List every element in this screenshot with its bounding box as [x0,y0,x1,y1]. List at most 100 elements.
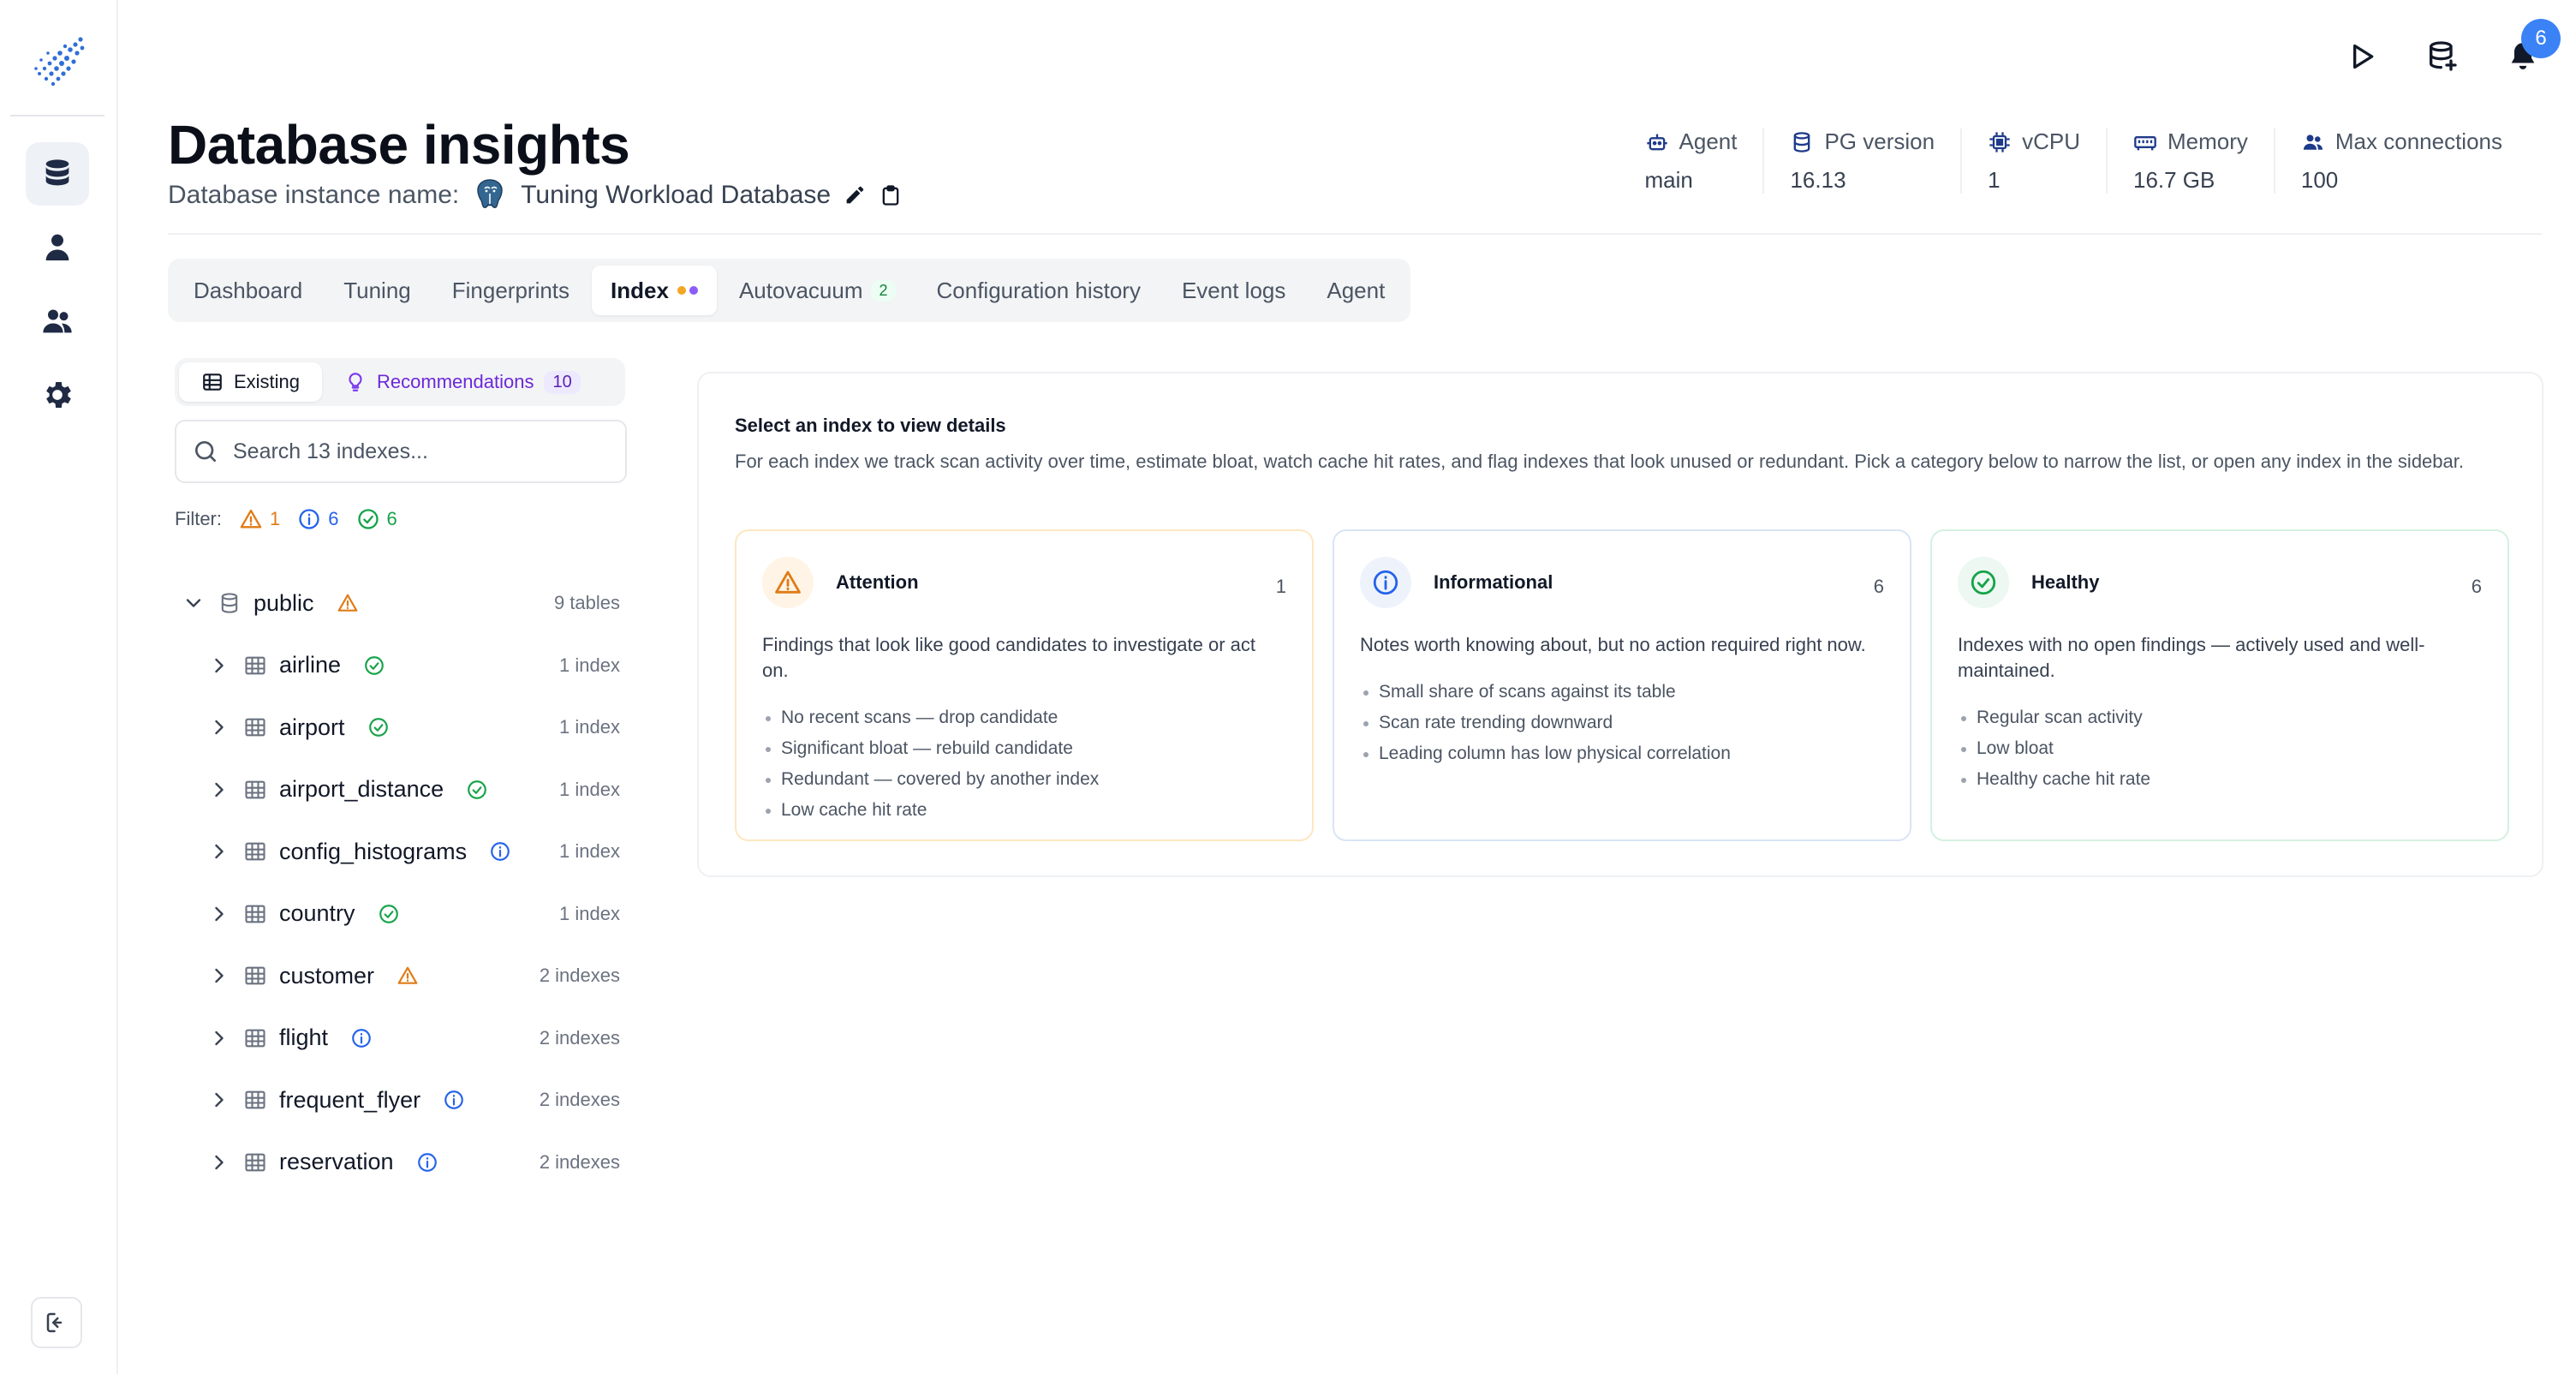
table-row[interactable]: config_histograms 1 index [175,821,627,883]
users-icon [43,309,72,333]
check-circle-icon [357,509,379,529]
tab-label: Index [611,277,669,303]
card-description: Indexes with no open findings — actively… [1958,634,2425,681]
table-icon [245,1090,265,1109]
table-index-count: 1 index [559,902,620,924]
card-title: Informational [1434,571,1553,593]
filter-count: 6 [386,508,397,529]
nav-settings-button[interactable] [26,363,89,427]
info-icon [1373,570,1398,595]
info-icon [491,842,510,862]
schema-row[interactable]: public 9 tables [175,572,627,635]
tab-event-logs[interactable]: Event logs [1163,266,1304,315]
table-name: airline [279,652,342,678]
recommendations-toggle-button[interactable]: Recommendations 10 [322,362,603,402]
table-row[interactable]: frequent_flyer 2 indexes [175,1069,627,1132]
category-card-info[interactable]: Informational 6 Notes worth knowing about,… [1333,529,1911,841]
table-index-count: 1 index [559,778,620,800]
table-icon [245,842,265,861]
instance-stats: Agent main PG version 16.13 vCPU 1 Memor… [1619,128,2528,194]
stat-value: 100 [2300,167,2339,193]
add-database-button[interactable] [2424,38,2461,75]
list-item: Significant bloat — rebuild candidate [762,733,1286,764]
schema-table-count: 9 tables [553,592,620,614]
filter-healthy-chip[interactable]: 6 [356,507,397,531]
instance-name: Tuning Workload Database [521,181,832,209]
nav-profile-button[interactable] [26,216,89,279]
table-icon [245,1153,265,1172]
check-circle-icon [365,655,384,675]
tab-autovacuum[interactable]: Autovacuum 2 [720,266,915,315]
tab-configuration-history[interactable]: Configuration history [918,266,1160,315]
table-row[interactable]: customer 2 indexes [175,945,627,1007]
category-card-ok[interactable]: Healthy 6 Indexes with no open findings — … [1930,529,2509,841]
card-criteria-list: Regular scan activity Low bloat Healthy ca… [1958,702,2482,795]
table-row[interactable]: flight 2 indexes [175,1007,627,1070]
stat-value: 1 [1988,167,2001,193]
filter-informational-chip[interactable]: 6 [297,507,339,531]
card-title: Healthy [2031,571,2100,593]
nav-databases-button[interactable] [26,142,89,206]
tab-agent[interactable]: Agent [1308,266,1404,315]
table-name: frequent_flyer [279,1086,421,1113]
instance-row: Database instance name: Tuning Workload … [168,176,903,214]
check-circle-icon [468,780,486,799]
table-icon [245,1029,265,1048]
chevron-right-icon [215,906,224,921]
table-row[interactable]: airport_distance 1 index [175,759,627,821]
table-icon [245,780,265,799]
stat-value: 16.13 [1790,167,1846,193]
table-row[interactable]: airline 1 index [175,635,627,697]
table-icon [245,718,265,737]
search-input[interactable] [233,439,610,464]
stat-vcpu: vCPU 1 [1960,128,2106,194]
clipboard-icon[interactable] [879,183,903,207]
table-index-count: 1 index [559,840,620,863]
top-actions: 6 [2343,19,2561,75]
status-dots [677,286,698,295]
card-icon-circle [762,557,814,608]
nav-team-button[interactable] [26,290,89,353]
app-logo-icon[interactable] [31,34,87,91]
table-name: country [279,900,355,927]
logout-button[interactable] [31,1297,82,1348]
category-card-warn[interactable]: Attention 1 Findings that look like good c… [735,529,1314,841]
tab-bar: Dashboard Tuning Fingerprints Index Auto… [168,259,1411,322]
database-icon [45,159,69,186]
stat-value: main [1644,167,1693,193]
chevron-right-icon [215,720,224,735]
table-list: airline 1 index airport 1 index airport_dist… [175,635,627,1194]
notifications-button[interactable]: 6 [2504,19,2561,75]
card-description: Findings that look like good candidates … [762,634,1256,681]
tab-index[interactable]: Index [592,266,717,315]
chevron-right-icon [215,845,224,859]
schema-name: public [253,589,314,616]
table-row[interactable]: country 1 index [175,883,627,946]
page-title: Database insights [168,114,630,176]
list-item: Scan rate trending downward [1360,708,1884,738]
tab-tuning[interactable]: Tuning [325,266,430,315]
existing-toggle-button[interactable]: Existing [179,362,323,402]
run-button[interactable] [2343,38,2381,75]
details-description: For each index we track scan activity ov… [735,451,2464,472]
filter-count: 1 [270,508,281,529]
table-row[interactable]: airport 1 index [175,696,627,759]
notification-count-badge: 6 [2521,19,2561,58]
tab-fingerprints[interactable]: Fingerprints [433,266,588,315]
check-circle-icon [368,718,388,738]
tab-dashboard[interactable]: Dashboard [175,266,321,315]
user-icon [45,234,69,260]
database-icon [221,593,238,613]
index-details-panel: Select an index to view details For each… [697,372,2543,877]
details-heading: Select an index to view details [735,415,1006,436]
card-description: Notes worth knowing about, but no action… [1360,634,1866,655]
warning-icon [775,571,801,594]
stat-label: Memory [2167,128,2248,154]
sidebar-rail [0,0,118,1374]
table-index-count: 2 indexes [539,1150,620,1173]
filter-attention-chip[interactable]: 1 [239,507,280,531]
index-view-toggle: Existing Recommendations 10 [175,358,625,406]
pencil-icon[interactable] [843,183,867,207]
chevron-right-icon [215,1155,224,1169]
table-row[interactable]: reservation 2 indexes [175,1132,627,1194]
